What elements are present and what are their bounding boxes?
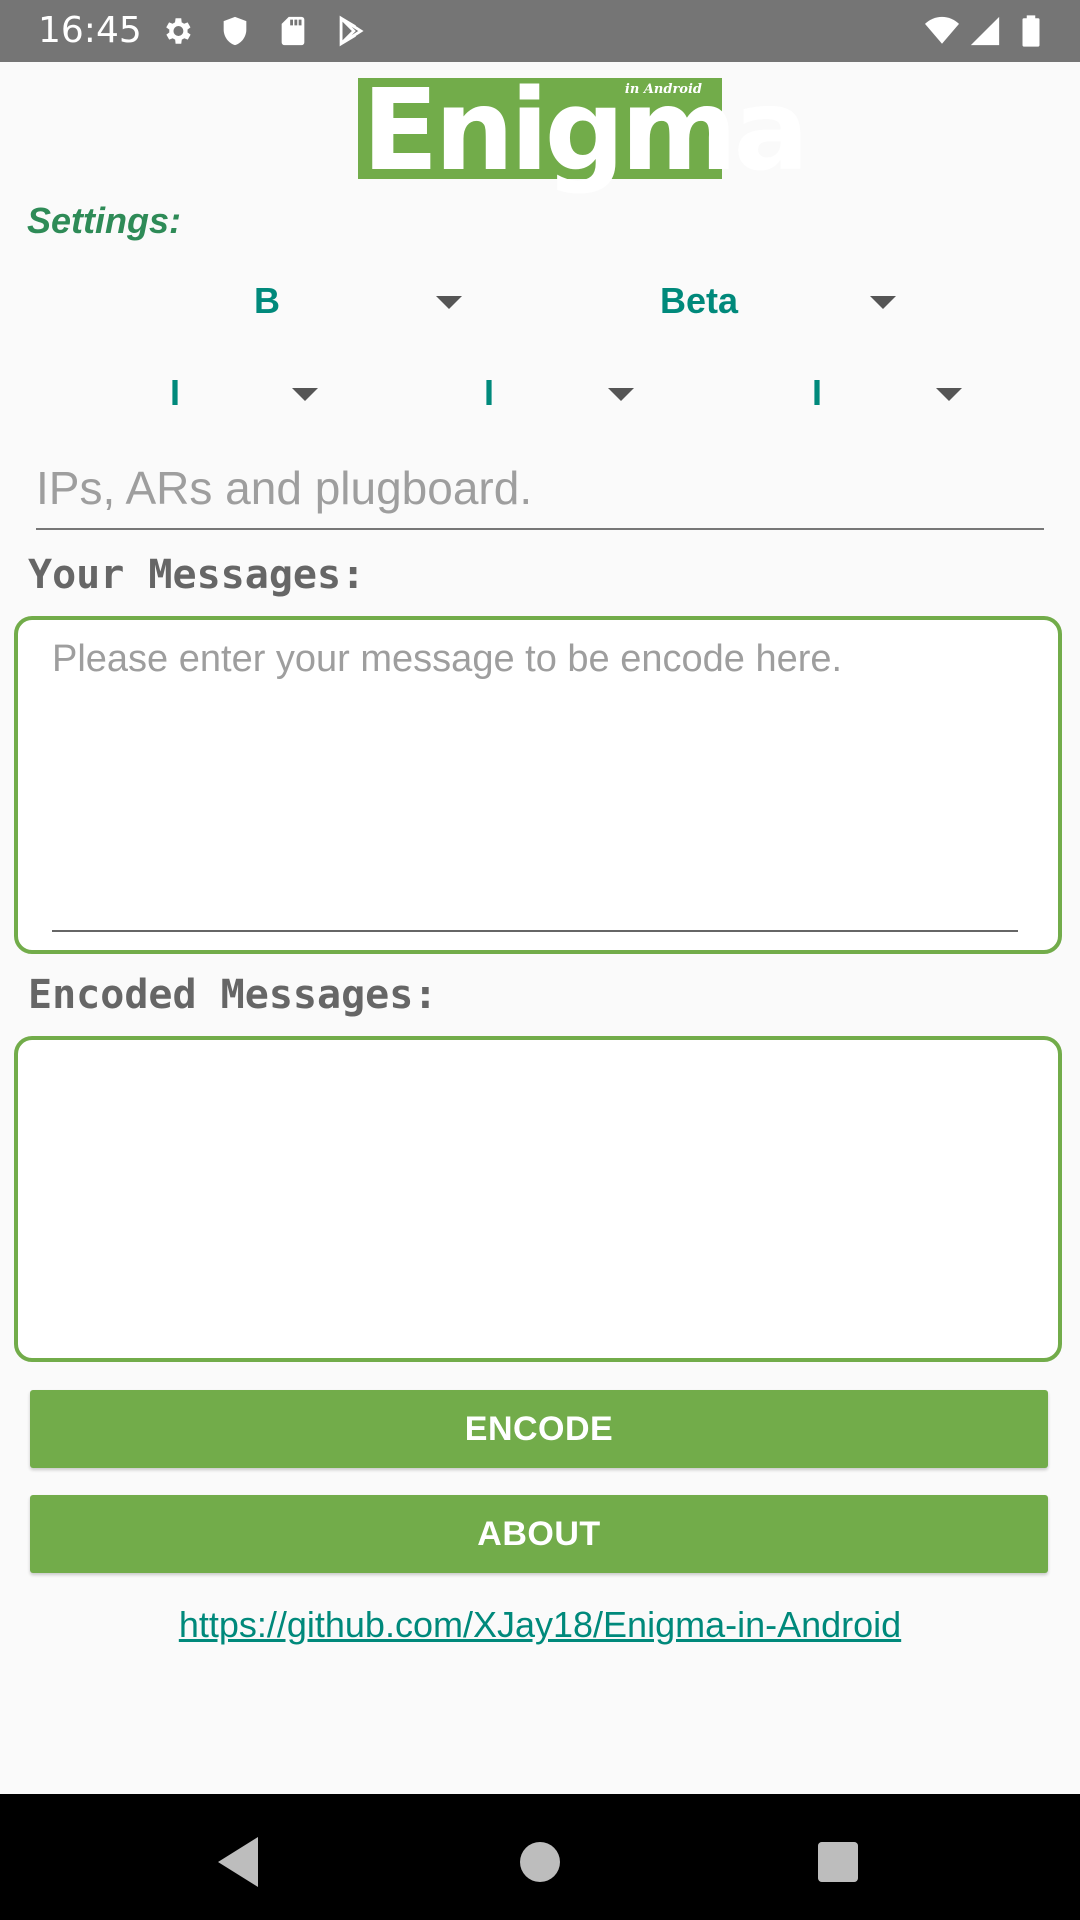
reflector-spinner[interactable]: B bbox=[250, 270, 470, 330]
recents-icon[interactable] bbox=[808, 1832, 868, 1892]
plugboard-input[interactable] bbox=[36, 448, 1044, 530]
rotor-1-value: I bbox=[170, 372, 181, 413]
sd-card-icon bbox=[281, 16, 305, 46]
chevron-down-icon bbox=[936, 388, 962, 401]
shield-icon bbox=[223, 16, 247, 46]
encoded-messages-label: Encoded Messages: bbox=[28, 972, 438, 1018]
message-input[interactable] bbox=[52, 638, 1018, 932]
app-logo: Enigma in Android bbox=[358, 66, 809, 196]
encoded-messages-box[interactable] bbox=[14, 1036, 1062, 1362]
chevron-down-icon bbox=[870, 296, 896, 309]
status-bar: 16:45 bbox=[0, 0, 1080, 62]
chevron-down-icon bbox=[436, 296, 462, 309]
play-store-icon bbox=[339, 15, 364, 47]
status-time: 16:45 bbox=[38, 10, 142, 51]
back-icon[interactable] bbox=[208, 1832, 268, 1892]
github-link[interactable]: https://github.com/XJay18/Enigma-in-Andr… bbox=[0, 1604, 1080, 1646]
chevron-down-icon bbox=[292, 388, 318, 401]
your-messages-label: Your Messages: bbox=[28, 552, 366, 598]
greek-rotor-spinner[interactable]: Beta bbox=[658, 270, 908, 330]
navigation-bar bbox=[0, 1794, 1080, 1920]
signal-icon bbox=[970, 16, 1000, 46]
chevron-down-icon bbox=[608, 388, 634, 401]
settings-label: Settings: bbox=[27, 200, 182, 241]
rotor-1-spinner[interactable]: I bbox=[166, 362, 326, 422]
reflector-value: B bbox=[254, 280, 280, 321]
rotor-3-spinner[interactable]: I bbox=[808, 362, 978, 422]
gear-icon bbox=[166, 18, 191, 44]
greek-rotor-value: Beta bbox=[660, 280, 739, 321]
rotor-2-spinner[interactable]: I bbox=[480, 362, 640, 422]
about-button[interactable]: ABOUT bbox=[30, 1495, 1048, 1573]
your-messages-box bbox=[14, 616, 1062, 954]
encode-button[interactable]: ENCODE bbox=[30, 1390, 1048, 1468]
home-icon[interactable] bbox=[510, 1832, 570, 1892]
battery-icon bbox=[1022, 15, 1040, 47]
rotor-2-value: I bbox=[484, 372, 495, 413]
logo-subtitle: in Android bbox=[624, 82, 702, 97]
wifi-icon bbox=[925, 16, 959, 44]
rotor-3-value: I bbox=[812, 372, 823, 413]
logo-title: Enigma bbox=[362, 66, 809, 196]
